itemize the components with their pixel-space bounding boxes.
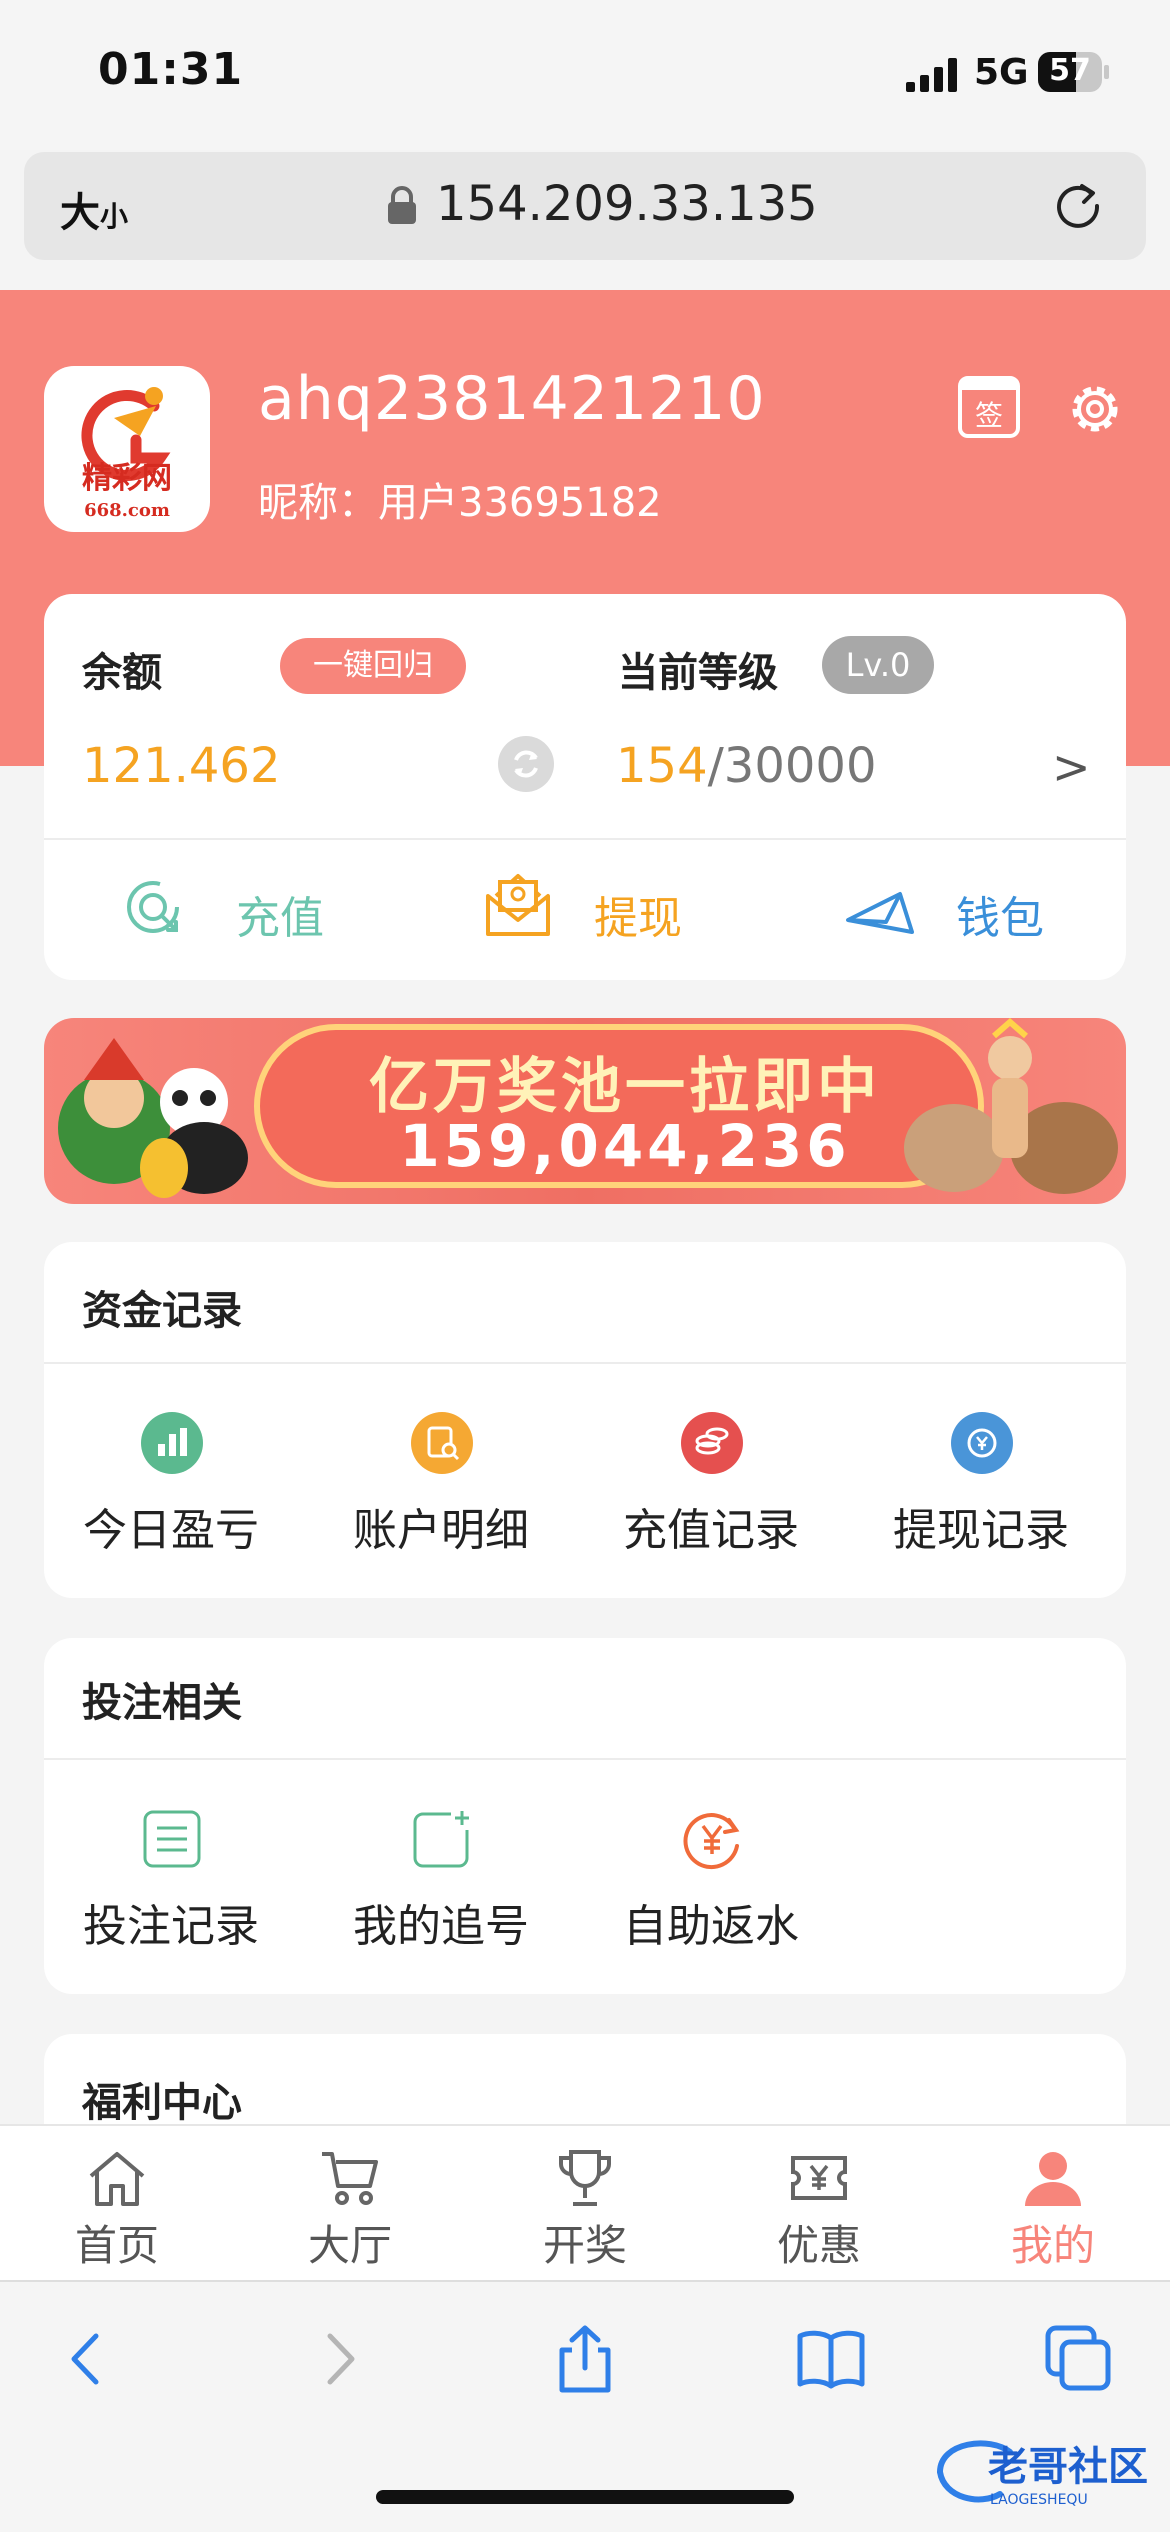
mascot-characters-icon <box>58 1038 248 1198</box>
tab-lobby-label: 大厅 <box>307 2221 392 2270</box>
signin-calendar-bar <box>962 380 1016 390</box>
tab-promotions-label: 优惠 <box>776 2221 861 2270</box>
add-square-icon <box>413 1808 473 1868</box>
home-indicator <box>376 2490 794 2504</box>
signin-label: 签 <box>974 399 1003 432</box>
status-time: 01:31 <box>98 44 244 95</box>
divider <box>44 1758 1126 1760</box>
account-details-item[interactable]: 账户明细 <box>326 1412 556 1562</box>
forward-arrow-icon[interactable] <box>304 2324 374 2394</box>
balance-value: 121.462 <box>82 738 281 794</box>
tab-home-label: 首页 <box>74 2221 159 2270</box>
tab-draw-results[interactable]: 开奖 <box>510 2146 660 2270</box>
tab-home[interactable]: 首页 <box>42 2146 192 2270</box>
account-details-label: 账户明细 <box>353 1505 529 1556</box>
text-size-button[interactable]: 大小 <box>60 180 128 238</box>
text-size-large: 大 <box>60 190 100 236</box>
level-points-total: /30000 <box>707 738 877 794</box>
svg-text:精彩网: 精彩网 <box>82 461 172 496</box>
recharge-icon <box>127 881 179 933</box>
level-points-current: 154 <box>616 738 708 794</box>
divider <box>44 838 1126 840</box>
paper-plane-icon <box>846 892 914 934</box>
svg-text:老哥社区: 老哥社区 <box>988 2444 1148 2490</box>
share-icon[interactable] <box>550 2324 620 2394</box>
nickname: 昵称：用户33695182 <box>258 480 662 526</box>
withdraw-button[interactable]: 提现 <box>482 868 722 964</box>
list-document-icon <box>143 1810 201 1868</box>
level-detail-arrow[interactable]: > <box>1052 740 1091 794</box>
today-profit-loss-label: 今日盈亏 <box>83 1505 259 1556</box>
cellular-signal-icon <box>906 58 957 92</box>
back-arrow-icon[interactable] <box>52 2324 122 2394</box>
recharge-records-label: 充值记录 <box>623 1505 799 1556</box>
app-logo: 精彩网 668.com <box>44 366 210 532</box>
withdraw-records-item[interactable]: 提现记录 <box>866 1412 1096 1562</box>
laoge-community-watermark-logo: 老哥社区 LAOGESHEQU <box>937 2440 1148 2508</box>
battery-level: 57 <box>1049 53 1091 88</box>
yen-cycle-icon <box>951 1412 1013 1474</box>
tabs-overview-icon[interactable] <box>1044 2324 1114 2394</box>
url-text[interactable]: 154.209.33.135 <box>436 176 818 232</box>
settings-gear-icon[interactable] <box>1064 378 1126 440</box>
recharge-label: 充值 <box>236 893 324 944</box>
funds-section-title: 资金记录 <box>82 1288 242 1334</box>
daily-signin-button[interactable]: 签 <box>958 376 1020 438</box>
bottom-tab-bar: 首页 大厅 开奖 优惠 我的 <box>0 2124 1170 2280</box>
betting-card: 投注相关 投注记录 我的追号 自助返水 <box>44 1638 1126 1994</box>
recharge-records-item[interactable]: 充值记录 <box>596 1412 826 1562</box>
welfare-section-title: 福利中心 <box>82 2080 242 2126</box>
level-progress[interactable]: 154/30000 <box>616 738 877 794</box>
yen-ticket-icon <box>791 2156 847 2200</box>
self-rebate-label: 自助返水 <box>623 1901 799 1952</box>
level-badge: Lv.0 <box>822 636 934 694</box>
wallet-button[interactable]: 钱包 <box>846 868 1086 964</box>
svg-text:668.com: 668.com <box>84 500 170 521</box>
withdraw-envelope-icon <box>486 874 550 936</box>
jackpot-banner[interactable]: 亿万奖池一拉即中 159,044,236 <box>44 1018 1126 1204</box>
tab-draw-results-label: 开奖 <box>542 2221 627 2270</box>
username: ahq2381421210 <box>258 364 766 434</box>
yen-refresh-icon <box>683 1813 740 1869</box>
home-icon <box>89 2152 145 2206</box>
balance-label: 余额 <box>82 650 162 696</box>
user-icon <box>1025 2152 1081 2206</box>
tab-mine-label: 我的 <box>1010 2221 1095 2270</box>
withdraw-label: 提现 <box>594 893 682 944</box>
shopping-cart-icon <box>322 2152 378 2205</box>
network-type: 5G <box>974 52 1029 93</box>
self-rebate-item[interactable]: 自助返水 <box>596 1808 826 1958</box>
bookmarks-icon[interactable] <box>796 2324 866 2394</box>
recharge-button[interactable]: 充值 <box>122 868 362 964</box>
coins-icon <box>681 1412 743 1474</box>
bet-records-label: 投注记录 <box>83 1901 259 1952</box>
trophy-icon <box>559 2150 611 2206</box>
bet-records-item[interactable]: 投注记录 <box>56 1808 286 1958</box>
chase-numbers-label: 我的追号 <box>353 1901 529 1952</box>
withdraw-records-label: 提现记录 <box>893 1505 1069 1556</box>
document-search-icon <box>411 1412 473 1474</box>
level-label: 当前等级 <box>618 650 778 696</box>
logo-mark-icon: 精彩网 668.com <box>81 387 172 521</box>
recall-funds-button[interactable]: 一键回归 <box>280 638 466 694</box>
lock-icon <box>388 186 416 224</box>
tab-lobby[interactable]: 大厅 <box>275 2146 425 2270</box>
today-profit-loss-item[interactable]: 今日盈亏 <box>56 1412 286 1562</box>
tab-promotions[interactable]: 优惠 <box>744 2146 894 2270</box>
chariot-horses-icon <box>904 1018 1118 1194</box>
refresh-balance-icon[interactable] <box>498 736 554 792</box>
bets-section-title: 投注相关 <box>82 1680 242 1726</box>
tab-mine[interactable]: 我的 <box>978 2146 1128 2270</box>
divider <box>44 1362 1126 1364</box>
bar-chart-icon <box>141 1412 203 1474</box>
text-size-small: 小 <box>100 200 129 233</box>
jackpot-pill: 亿万奖池一拉即中 159,044,236 <box>254 1024 984 1188</box>
reload-icon[interactable] <box>1052 180 1104 232</box>
wallet-label: 钱包 <box>956 893 1044 944</box>
jackpot-amount: 159,044,236 <box>399 1112 851 1180</box>
svg-text:LAOGESHEQU: LAOGESHEQU <box>990 2492 1088 2508</box>
funds-records-card: 资金记录 今日盈亏 账户明细 充值记录 提现记录 <box>44 1242 1126 1598</box>
chase-numbers-item[interactable]: 我的追号 <box>326 1808 556 1958</box>
